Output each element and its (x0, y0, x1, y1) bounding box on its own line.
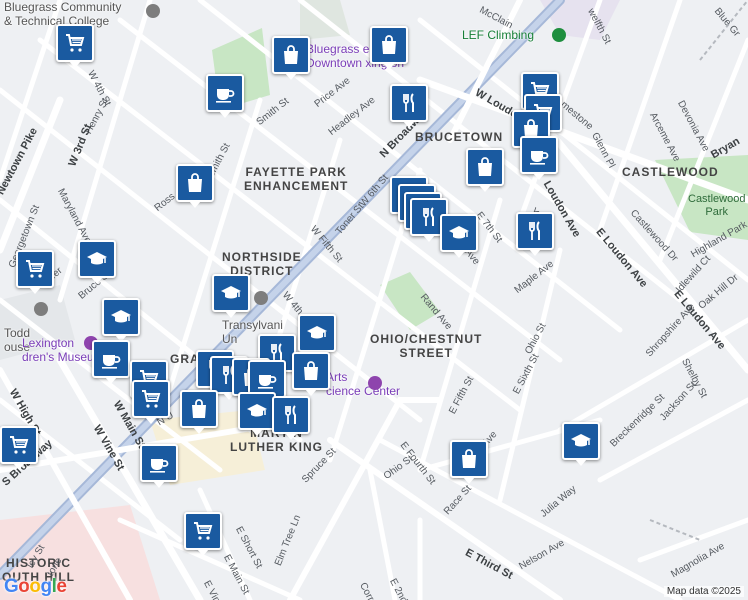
shopping-cart-marker[interactable] (132, 380, 170, 424)
school-icon[interactable] (146, 4, 160, 18)
cafe-marker[interactable] (520, 136, 558, 180)
shopping-cart-marker[interactable] (16, 250, 54, 294)
shopping-bag-marker[interactable] (176, 164, 214, 208)
poi-label-line2: Park (705, 206, 729, 218)
cart-icon (194, 522, 213, 540)
restaurant-marker[interactable] (516, 212, 554, 256)
school-marker[interactable] (78, 240, 116, 284)
neighborhood-label-line2: ENHANCEMENT (244, 179, 349, 193)
cap-icon (247, 404, 267, 417)
poi-label-line1: Lexington (22, 336, 75, 350)
cup-icon (530, 151, 549, 165)
map-attribution: Map data ©2025 (663, 586, 744, 597)
logo-letter: G (4, 576, 19, 597)
school-marker[interactable] (562, 422, 600, 466)
neighborhood-fayette-park: FAYETTE PARK ENHANCEMENT (244, 165, 348, 193)
poi-lef-climbing[interactable]: LEF Climbing (462, 28, 534, 42)
bag-icon (284, 45, 298, 64)
school-marker[interactable] (238, 392, 276, 436)
logo-letter: o (18, 576, 30, 597)
poi-label-line1: Castlewood (688, 193, 746, 205)
shopping-bag-marker[interactable] (450, 440, 488, 484)
bag-icon (188, 173, 202, 192)
cap-icon (221, 286, 241, 299)
poi-label-line1: Bluegrass ers (306, 42, 380, 56)
bag-icon (478, 157, 492, 176)
cafe-marker[interactable] (140, 444, 178, 488)
fork-icon (403, 93, 414, 112)
cap-icon (111, 310, 131, 323)
cart-icon (66, 34, 85, 52)
shopping-bag-marker[interactable] (180, 390, 218, 434)
cap-icon (571, 434, 591, 447)
poi-label-line2: cience Center (326, 384, 401, 398)
logo-letter: e (56, 576, 67, 597)
school-marker[interactable] (102, 298, 140, 342)
cap-icon (449, 226, 469, 239)
cafe-marker[interactable] (206, 74, 244, 118)
bag-icon (462, 449, 476, 468)
bag-icon (192, 399, 206, 418)
cap-icon (307, 326, 327, 339)
cup-icon (216, 89, 235, 103)
fork-icon (423, 207, 434, 226)
poi-label-line1: Bluegrass Community (4, 0, 122, 14)
shopping-bag-marker[interactable] (466, 148, 504, 192)
logo-letter: o (29, 576, 41, 597)
cart-icon (10, 436, 29, 454)
fork-icon (529, 221, 540, 240)
bag-icon (382, 35, 396, 54)
neighborhood-label-line1: NORTHSIDE (222, 250, 302, 264)
arts-center-icon[interactable] (368, 376, 382, 390)
museum-icon[interactable] (34, 302, 48, 316)
school-marker[interactable] (212, 274, 250, 318)
climbing-icon[interactable] (552, 28, 566, 42)
neighborhood-label-line2: STREET (399, 346, 453, 360)
neighborhood-label-line1: FAYETTE PARK (245, 165, 347, 179)
poi-label-line2: Un (222, 332, 238, 346)
restaurant-marker[interactable] (272, 396, 310, 440)
neighborhood-ohio-chestnut: OHIO/CHESTNUT STREET (370, 332, 482, 360)
neighborhood-castlewood: CASTLEWOOD (622, 165, 719, 179)
cart-icon (26, 260, 45, 278)
poi-label-line1: Transylvani (222, 318, 283, 332)
poi-castlewood-park[interactable]: Castlewood Park (688, 193, 745, 219)
school-marker[interactable] (440, 214, 478, 258)
map-canvas[interactable]: FAYETTE PARK ENHANCEMENT NORTHSIDE DISTR… (0, 0, 748, 600)
university-icon[interactable] (254, 291, 268, 305)
shopping-bag-marker[interactable] (272, 36, 310, 80)
cart-icon (142, 390, 161, 408)
google-logo: Google (4, 576, 67, 598)
shopping-cart-marker[interactable] (56, 24, 94, 68)
neighborhood-brucetown: BRUCETOWN (415, 130, 504, 144)
shopping-bag-marker[interactable] (292, 352, 330, 396)
poi-arts-science-center[interactable]: Arts cience Center (326, 370, 400, 398)
cup-icon (258, 375, 277, 389)
fork-icon (285, 405, 296, 424)
shopping-cart-marker[interactable] (184, 512, 222, 556)
bag-icon (304, 361, 318, 380)
cafe-marker[interactable] (92, 340, 130, 384)
shopping-cart-marker[interactable] (0, 426, 38, 470)
logo-letter: g (40, 576, 53, 597)
cap-icon (87, 252, 107, 265)
neighborhood-label-line1: OHIO/CHESTNUT (370, 332, 483, 346)
cup-icon (102, 355, 121, 369)
shopping-bag-marker[interactable] (370, 26, 408, 70)
cup-icon (150, 459, 169, 473)
school-marker[interactable] (298, 314, 336, 358)
restaurant-marker[interactable] (390, 84, 428, 128)
neighborhood-label-line2: LUTHER KING (230, 440, 323, 454)
